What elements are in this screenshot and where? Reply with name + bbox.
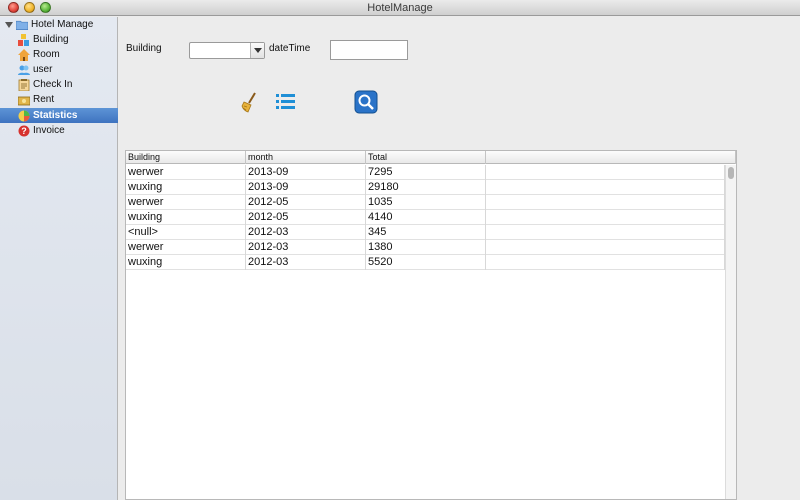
column-header-building[interactable]: Building xyxy=(126,151,246,164)
building-blocks-icon xyxy=(18,33,30,46)
cell-building: werwer xyxy=(126,165,246,180)
cell-building: wuxing xyxy=(126,255,246,270)
cell-building: wuxing xyxy=(126,210,246,225)
cell-empty xyxy=(486,255,725,270)
cell-empty xyxy=(486,195,725,210)
folder-icon xyxy=(16,19,28,31)
sidebar-tree: Hotel Manage Building Room user Check In… xyxy=(0,17,118,500)
cell-building: <null> xyxy=(126,225,246,240)
pie-chart-icon xyxy=(18,110,30,122)
list-view-button[interactable] xyxy=(274,90,298,114)
cell-total: 1035 xyxy=(366,195,486,210)
cell-empty xyxy=(486,165,725,180)
cell-month: 2013-09 xyxy=(246,165,366,180)
sidebar-item-label: Invoice xyxy=(33,125,65,136)
sidebar-root-hotel-manage[interactable]: Hotel Manage xyxy=(0,17,118,32)
table-row[interactable]: wuxing 2013-09 29180 xyxy=(126,180,725,195)
house-icon xyxy=(18,48,30,61)
column-header-month[interactable]: month xyxy=(246,151,366,164)
sidebar-item-label: Building xyxy=(33,34,69,45)
app-window: HotelManage Hotel Manage Building Room u… xyxy=(0,0,800,500)
table-row[interactable]: <null> 2012-03 345 xyxy=(126,225,725,240)
cell-building: werwer xyxy=(126,240,246,255)
sidebar-item-statistics[interactable]: Statistics xyxy=(0,108,118,123)
svg-text:?: ? xyxy=(21,126,27,136)
clipboard-icon xyxy=(18,78,30,91)
table-header: Building month Total xyxy=(126,151,736,164)
datetime-field[interactable] xyxy=(330,40,408,60)
cell-month: 2012-03 xyxy=(246,255,366,270)
sidebar-root-label: Hotel Manage xyxy=(31,19,94,30)
sidebar-item-user[interactable]: user xyxy=(0,62,118,77)
cell-total: 4140 xyxy=(366,210,486,225)
sidebar-item-building[interactable]: Building xyxy=(0,32,118,47)
sidebar-item-label: Statistics xyxy=(33,110,78,121)
statistics-table: Building month Total werwer 2013-09 7295… xyxy=(125,150,737,500)
building-label: Building xyxy=(126,43,162,54)
building-combobox[interactable] xyxy=(189,42,265,59)
column-header-total[interactable]: Total xyxy=(366,151,486,164)
help-icon: ? xyxy=(18,125,30,137)
sidebar-item-label: Room xyxy=(33,49,60,60)
disclosure-triangle-icon[interactable] xyxy=(5,22,13,28)
sidebar-item-rent[interactable]: Rent xyxy=(0,92,118,107)
window-title: HotelManage xyxy=(367,2,433,14)
sidebar-item-check-in[interactable]: Check In xyxy=(0,77,118,92)
cell-building: wuxing xyxy=(126,180,246,195)
sidebar-item-label: Rent xyxy=(33,94,55,105)
cell-empty xyxy=(486,210,725,225)
clear-button[interactable] xyxy=(238,90,262,114)
table-body: werwer 2013-09 7295 wuxing 2013-09 29180… xyxy=(126,165,725,270)
cell-total: 345 xyxy=(366,225,486,240)
cell-building: werwer xyxy=(126,195,246,210)
cell-month: 2012-03 xyxy=(246,240,366,255)
sidebar-item-room[interactable]: Room xyxy=(0,47,118,62)
sidebar-item-label: Check In xyxy=(33,79,73,90)
table-row[interactable]: wuxing 2012-03 5520 xyxy=(126,255,725,270)
cell-total: 1380 xyxy=(366,240,486,255)
chevron-down-icon[interactable] xyxy=(250,43,264,58)
cell-month: 2013-09 xyxy=(246,180,366,195)
cell-month: 2012-05 xyxy=(246,210,366,225)
table-row[interactable]: wuxing 2012-05 4140 xyxy=(126,210,725,225)
cell-total: 29180 xyxy=(366,180,486,195)
money-icon xyxy=(18,94,30,106)
cell-total: 5520 xyxy=(366,255,486,270)
scrollbar-thumb[interactable] xyxy=(728,167,734,179)
broom-icon xyxy=(238,92,262,117)
table-vertical-scrollbar[interactable] xyxy=(725,165,736,499)
sidebar-item-label: user xyxy=(33,64,53,75)
cell-month: 2012-03 xyxy=(246,225,366,240)
title-bar[interactable]: HotelManage xyxy=(0,0,800,16)
search-button[interactable] xyxy=(354,90,378,114)
list-icon xyxy=(274,94,298,117)
statistics-panel: Building dateTime Building month Total w… xyxy=(119,17,800,500)
users-icon xyxy=(18,64,30,76)
cell-empty xyxy=(486,225,725,240)
table-row[interactable]: werwer 2012-05 1035 xyxy=(126,195,725,210)
datetime-label: dateTime xyxy=(269,43,311,54)
sidebar-item-invoice[interactable]: ? Invoice xyxy=(0,123,118,138)
magnifier-icon xyxy=(354,90,378,117)
cell-month: 2012-05 xyxy=(246,195,366,210)
column-header-empty xyxy=(486,151,736,164)
cell-empty xyxy=(486,240,725,255)
table-row[interactable]: werwer 2012-03 1380 xyxy=(126,240,725,255)
table-row[interactable]: werwer 2013-09 7295 xyxy=(126,165,725,180)
cell-empty xyxy=(486,180,725,195)
cell-total: 7295 xyxy=(366,165,486,180)
